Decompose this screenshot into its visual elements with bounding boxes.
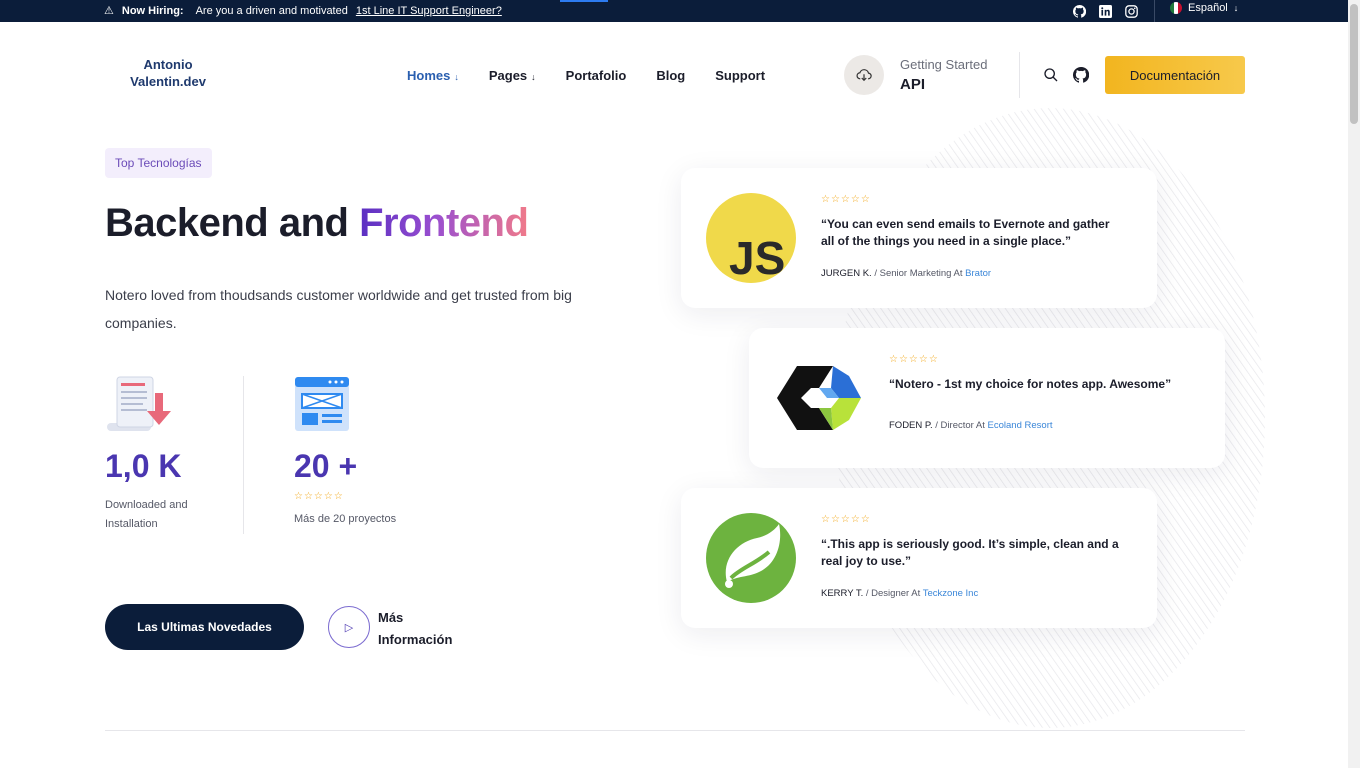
hiring-link[interactable]: 1st Line IT Support Engineer? [356, 5, 502, 17]
cloud-download-icon[interactable] [844, 55, 884, 95]
testimonial-card: ☆☆☆☆☆ “.This app is seriously good. It’s… [681, 488, 1157, 628]
chevron-down-icon: ↓ [531, 72, 536, 82]
nav-item-pages[interactable]: Pages ↓ [489, 68, 536, 83]
testimonial-quote: “Notero - 1st my choice for notes app. A… [889, 377, 1172, 391]
more-info-link[interactable]: Más Información [378, 607, 468, 651]
nav-item-support[interactable]: Support [715, 68, 765, 83]
nav-item-portafolio[interactable]: Portafolio [566, 68, 627, 83]
testimonial-author: FODEN P. / Director At Ecoland Resort [889, 420, 1053, 431]
nav-label: Homes [407, 68, 451, 83]
author-name: JURGEN K. [821, 268, 872, 279]
hiring-announcement: ⚠ Now Hiring: Are you a driven and motiv… [104, 4, 502, 18]
language-selector[interactable]: Español ↓ [1170, 2, 1238, 14]
nav-label: Pages [488, 68, 528, 83]
rating-stars: ☆☆☆☆☆ [821, 194, 871, 205]
hiring-text: Are you a driven and motivated [195, 4, 348, 17]
hero-title-gradient: Frontend [359, 201, 529, 245]
mexico-flag-icon [1170, 2, 1182, 14]
spring-logo-icon [706, 513, 796, 603]
hero-title: Backend and Frontend [105, 201, 529, 246]
projects-label: Más de 20 proyectos [294, 513, 397, 525]
testimonial-card: ☆☆☆☆☆ “Notero - 1st my choice for notes … [749, 328, 1225, 468]
main-nav: Homes ↓ Pages ↓ Portafolio Blog Support [407, 68, 765, 83]
testimonial-author: JURGEN K. / Senior Marketing At Brator [821, 268, 991, 279]
nav-item-homes[interactable]: Homes ↓ [407, 68, 459, 83]
author-company-link[interactable]: Teckzone Inc [923, 588, 978, 599]
logo-line-2: Valentin.dev [130, 74, 206, 89]
chevron-down-icon: ↓ [1233, 3, 1239, 13]
testimonial-card: JS ☆☆☆☆☆ “You can even send emails to Ev… [681, 168, 1157, 308]
author-company-link[interactable]: Ecoland Resort [988, 420, 1053, 431]
top-announcement-bar: ⚠ Now Hiring: Are you a driven and motiv… [0, 0, 1348, 22]
web-layout-icon [295, 377, 349, 431]
section-divider [105, 730, 1245, 731]
topbar-divider [1154, 0, 1155, 22]
api-label: API [900, 76, 926, 93]
author-role: / Senior Marketing At [871, 268, 966, 279]
page-load-indicator [560, 0, 608, 2]
nav-item-blog[interactable]: Blog [656, 68, 685, 83]
rating-stars: ☆☆☆☆☆ [889, 354, 939, 365]
testimonial-author: KERRY T. / Designer At Teckzone Inc [821, 588, 978, 599]
site-logo[interactable]: Antonio Valentin.dev [118, 56, 218, 90]
stats-divider [243, 376, 244, 534]
documentation-button[interactable]: Documentación [1105, 56, 1245, 94]
latest-news-button[interactable]: Las Ultimas Novedades [105, 604, 304, 650]
search-icon[interactable] [1043, 67, 1059, 88]
download-document-icon [107, 376, 171, 431]
hero-title-plain: Backend and [105, 201, 349, 245]
top-tech-badge: Top Tecnologías [105, 148, 212, 178]
downloads-count: 1,0 K [105, 448, 182, 484]
author-role: / Director At [932, 420, 988, 431]
author-name: KERRY T. [821, 588, 864, 599]
author-name: FODEN P. [889, 420, 933, 431]
rating-stars: ☆☆☆☆☆ [294, 491, 344, 502]
hiring-label: Now Hiring: [121, 4, 184, 17]
author-company-link[interactable]: Brator [965, 268, 991, 279]
scrollbar-thumb[interactable] [1350, 4, 1358, 124]
chevron-down-icon: ↓ [454, 72, 459, 82]
logo-line-1: Antonio [143, 57, 193, 72]
javascript-logo-icon: JS [706, 193, 796, 284]
hero-description: Notero loved from thoudsands customer wo… [105, 287, 572, 331]
social-links [1072, 4, 1138, 18]
svg-text:JS: JS [729, 232, 785, 284]
testimonial-quote: “.This app is seriously good. It’s simpl… [821, 537, 1119, 568]
linkedin-icon[interactable] [1098, 4, 1112, 18]
projects-count: 20 + [294, 448, 358, 484]
page-scrollbar[interactable] [1348, 0, 1360, 768]
language-label: Español [1188, 2, 1228, 14]
play-icon[interactable]: ▷ [328, 606, 370, 648]
header-divider [1019, 52, 1020, 98]
getting-started-link[interactable]: Getting Started API [900, 57, 987, 93]
instagram-icon[interactable] [1124, 4, 1138, 18]
author-role: / Designer At [863, 588, 923, 599]
rating-stars: ☆☆☆☆☆ [821, 514, 871, 525]
testimonial-quote: “You can even send emails to Evernote an… [821, 217, 1110, 248]
warning-icon: ⚠ [104, 5, 114, 17]
downloads-label: Downloaded and Installation [105, 499, 188, 530]
github-icon[interactable] [1072, 4, 1086, 18]
eclipse-che-logo-icon [777, 366, 861, 430]
github-icon[interactable] [1072, 66, 1090, 88]
getting-started-label: Getting Started [900, 57, 988, 72]
